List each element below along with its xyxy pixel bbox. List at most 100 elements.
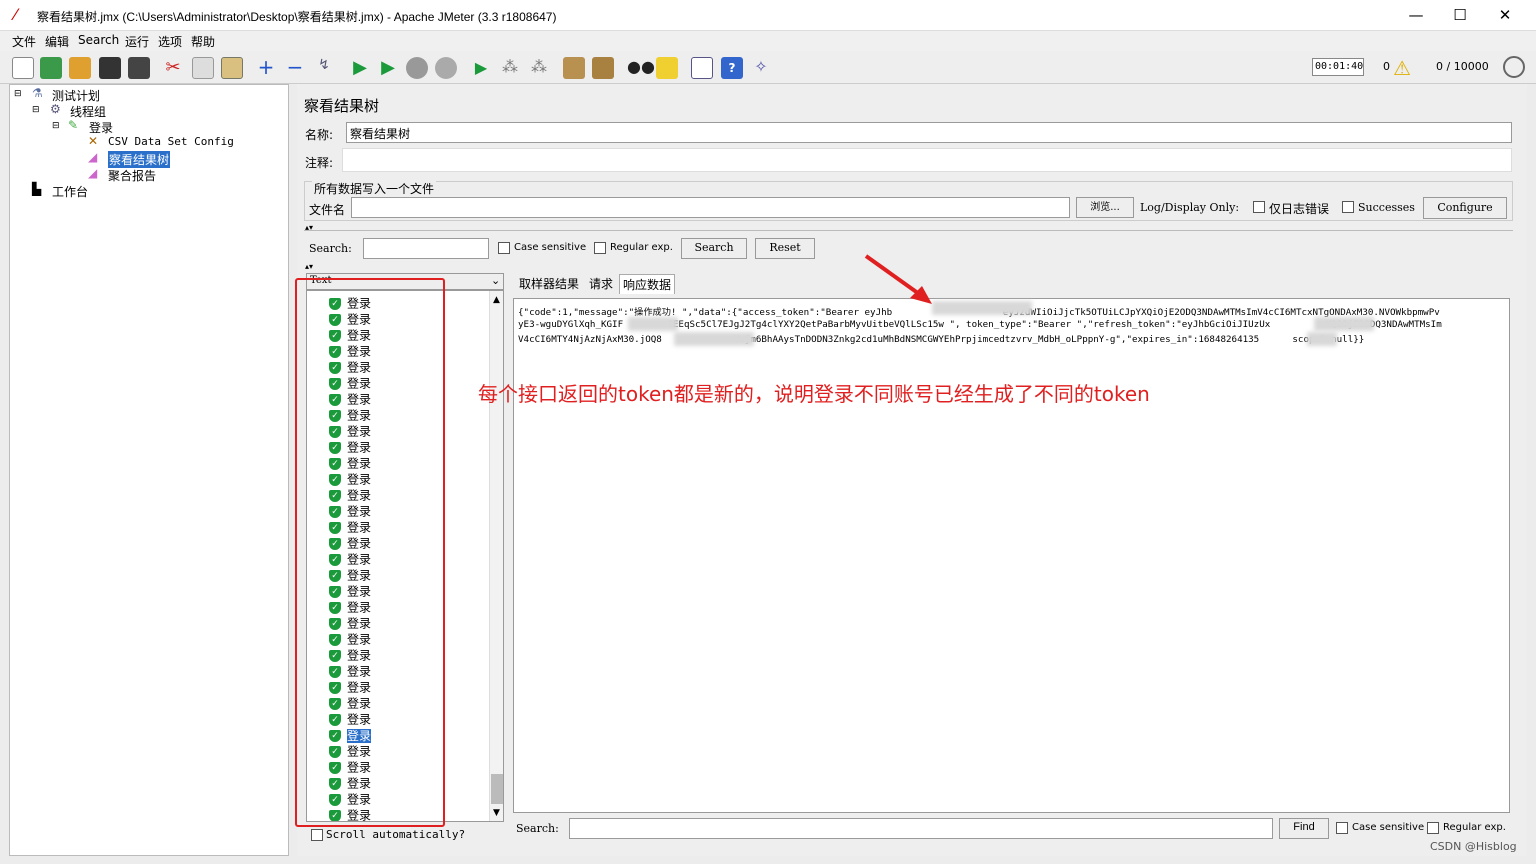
- menu-bar: 文件 编辑 Search 运行 选项 帮助: [0, 31, 1536, 51]
- filename-label: 文件名: [309, 203, 346, 217]
- menu-edit[interactable]: 编辑: [45, 33, 69, 50]
- case-sensitive-checkbox[interactable]: [498, 242, 510, 254]
- new-icon[interactable]: [12, 57, 34, 79]
- search-button[interactable]: Search: [681, 238, 747, 259]
- panel-title: 察看结果树: [304, 97, 380, 115]
- tree-node-csv[interactable]: CSV Data Set Config: [108, 135, 234, 148]
- remote-stop-icon[interactable]: ⁂: [499, 57, 521, 79]
- clear-all-icon[interactable]: [592, 57, 614, 79]
- name-input[interactable]: 察看结果树: [346, 122, 1512, 143]
- regex-checkbox[interactable]: [594, 242, 606, 254]
- stop-icon[interactable]: [406, 57, 428, 79]
- list-scrollbar[interactable]: ▲ ▼: [489, 291, 503, 821]
- regex-checkbox-2[interactable]: [1427, 822, 1439, 834]
- reset-search-icon[interactable]: [656, 57, 678, 79]
- response-search-label: Search:: [516, 822, 559, 835]
- window-title: 察看结果树.jmx (C:\Users\Administrator\Deskto…: [37, 10, 557, 24]
- collapse-handle-icon[interactable]: ⊟: [32, 105, 40, 115]
- start-no-pause-icon[interactable]: ▶: [377, 57, 399, 79]
- save-icon[interactable]: [99, 57, 121, 79]
- configure-button[interactable]: Configure: [1423, 197, 1507, 219]
- search-icon[interactable]: ●●: [627, 57, 655, 79]
- thread-count: 0 / 10000: [1436, 60, 1489, 73]
- scroll-thumb[interactable]: [491, 774, 503, 804]
- scroll-up-icon[interactable]: ▲: [493, 295, 500, 305]
- collapse-handle-icon[interactable]: ⊟: [52, 121, 60, 131]
- workbench-icon: ▙: [32, 182, 42, 196]
- scroll-down-icon[interactable]: ▼: [493, 808, 500, 818]
- collapse-icon[interactable]: −: [284, 57, 306, 79]
- filename-input[interactable]: [351, 197, 1070, 218]
- test-plan-tree: ⊟ ⚗ 测试计划 ⊟ ⚙ 线程组 ⊟ ✎ 登录 ✕ CSV Data Set C…: [9, 84, 289, 856]
- tree-node-workbench[interactable]: 工作台: [52, 183, 88, 200]
- expand-icon[interactable]: +: [255, 57, 277, 79]
- maximize-button[interactable]: ☐: [1445, 4, 1475, 26]
- csv-config-icon: ✕: [88, 134, 99, 148]
- copy-icon[interactable]: [192, 57, 214, 79]
- save-as-icon[interactable]: [128, 57, 150, 79]
- split-arrow-icon[interactable]: ▴▾: [305, 262, 313, 271]
- function-helper-icon[interactable]: [691, 57, 713, 79]
- name-label: 名称:: [305, 128, 334, 142]
- menu-search[interactable]: Search: [78, 33, 119, 47]
- remote-status-icon[interactable]: [1503, 56, 1525, 78]
- title-bar: ⁄ 察看结果树.jmx (C:\Users\Administrator\Desk…: [0, 0, 1536, 31]
- annotation-text: 每个接口返回的token都是新的，说明登录不同账号已经生成了不同的token: [478, 382, 1150, 406]
- menu-file[interactable]: 文件: [12, 33, 36, 50]
- case-sensitive-label-2: Case sensitive: [1352, 822, 1425, 833]
- chevron-down-icon[interactable]: ⌄: [491, 274, 500, 287]
- collapse-handle-icon[interactable]: ⊟: [14, 89, 22, 99]
- scroll-auto-checkbox[interactable]: [311, 829, 323, 841]
- tree-node-aggregate[interactable]: 聚合报告: [108, 167, 156, 184]
- close-button[interactable]: ✕: [1490, 4, 1520, 26]
- elapsed-timer: 00:01:40: [1312, 58, 1364, 76]
- search-label: Search:: [309, 242, 352, 255]
- gear-icon: ⚙: [50, 102, 61, 116]
- shutdown-icon[interactable]: [435, 57, 457, 79]
- annotation-arrow: [864, 254, 932, 304]
- log-icon[interactable]: ✧: [750, 57, 772, 79]
- case-sensitive-checkbox-2[interactable]: [1336, 822, 1348, 834]
- regex-label: Regular exp.: [610, 242, 673, 253]
- sampler-icon: ✎: [68, 118, 79, 132]
- response-search-input[interactable]: [569, 818, 1273, 839]
- start-icon[interactable]: ▶: [349, 57, 371, 79]
- redaction-mask: [628, 317, 678, 331]
- successes-label: Successes: [1358, 201, 1415, 214]
- menu-help[interactable]: 帮助: [191, 33, 215, 50]
- remote-start-icon[interactable]: ▶: [470, 57, 492, 79]
- remote-shutdown-icon[interactable]: ⁂: [528, 57, 550, 79]
- comment-input[interactable]: [342, 148, 1512, 172]
- clear-icon[interactable]: [563, 57, 585, 79]
- open-icon[interactable]: [69, 57, 91, 79]
- tab-sampler-result[interactable]: 取样器结果: [516, 274, 582, 294]
- menu-options[interactable]: 选项: [158, 33, 182, 50]
- menu-run[interactable]: 运行: [125, 33, 149, 50]
- paste-icon[interactable]: [221, 57, 243, 79]
- toolbar: ✂ + − ↯ ▶ ▶ ▶ ⁂ ⁂ ●● ? ✧ 00:01:40 0 ⚠ 0 …: [0, 51, 1536, 84]
- response-line: V4cCI6MTY4NjAzNjAxM30.jOQ8 Vzjm6BhAAysTn…: [518, 334, 1365, 345]
- cut-icon[interactable]: ✂: [162, 57, 184, 79]
- tab-request[interactable]: 请求: [586, 274, 616, 294]
- toggle-icon[interactable]: ↯: [313, 57, 335, 79]
- tab-response-data[interactable]: 响应数据: [619, 274, 676, 294]
- templates-icon[interactable]: [40, 57, 62, 79]
- scroll-auto-label: Scroll automatically?: [326, 828, 466, 841]
- help-icon[interactable]: ?: [721, 57, 743, 79]
- response-body[interactable]: {"code":1,"message":"操作成功! ","data":{"ac…: [513, 298, 1510, 813]
- redaction-mask: [1314, 317, 1374, 331]
- comment-label: 注释:: [305, 156, 334, 170]
- successes-checkbox[interactable]: [1342, 201, 1354, 213]
- divider: [304, 230, 1513, 231]
- listener-icon: ◢: [88, 166, 98, 180]
- errors-only-checkbox[interactable]: [1253, 201, 1265, 213]
- reset-button[interactable]: Reset: [755, 238, 815, 259]
- minimize-button[interactable]: —: [1401, 4, 1431, 26]
- warning-icon[interactable]: ⚠: [1393, 56, 1411, 80]
- redaction-mask: [674, 332, 754, 346]
- watermark: CSDN @Hisblog: [1430, 840, 1517, 853]
- tree-node-view-results[interactable]: 察看结果树: [108, 151, 171, 168]
- search-input[interactable]: [363, 238, 489, 259]
- browse-button[interactable]: 浏览...: [1076, 197, 1134, 218]
- find-button[interactable]: Find: [1279, 818, 1329, 839]
